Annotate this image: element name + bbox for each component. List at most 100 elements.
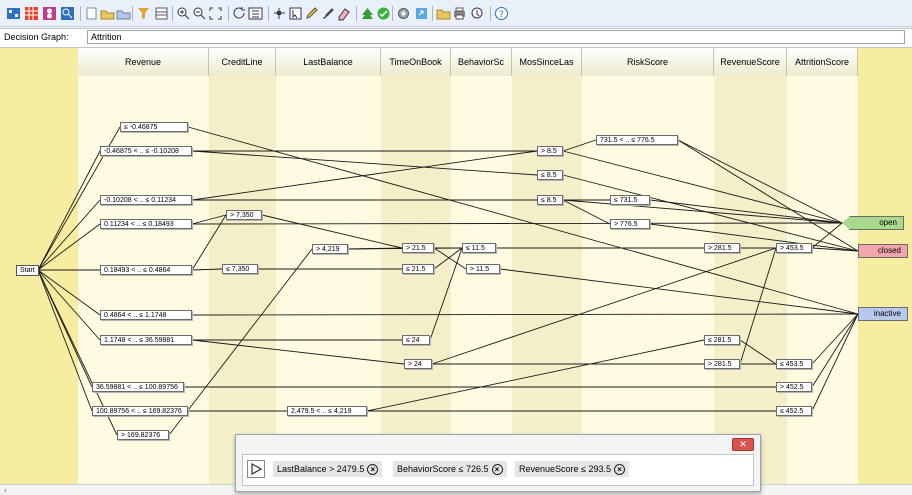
export-icon[interactable] xyxy=(414,6,429,21)
split-node-risk[interactable]: > 776.5 xyxy=(610,219,650,229)
split-node-rev[interactable]: -0.46875 < .. ≤ -0.10208 xyxy=(100,146,192,156)
condition-chip[interactable]: BehaviorScore ≤ 726.5 × xyxy=(393,461,507,477)
graph-edge xyxy=(677,139,859,252)
split-node-rev[interactable]: > 169.82376 xyxy=(117,430,169,440)
split-node-attr[interactable]: ≤ 453.5 xyxy=(776,359,812,369)
graph-edge xyxy=(191,339,405,365)
graph-edge xyxy=(649,199,843,224)
split-node-mos[interactable]: > 8.5 xyxy=(537,146,563,156)
graph-edge xyxy=(499,268,859,315)
refresh-icon[interactable] xyxy=(232,6,247,21)
split-node-rev[interactable]: 1.1748 < .. ≤ 36.59881 xyxy=(100,335,192,345)
print-icon[interactable] xyxy=(452,6,467,21)
sort-icon[interactable] xyxy=(248,6,263,21)
zoom-out-icon[interactable] xyxy=(192,6,207,21)
split-node-beh[interactable]: ≤ 11.5 xyxy=(462,243,496,253)
split-node-rev[interactable]: -0.10208 < .. ≤ 0.11234 xyxy=(100,195,192,205)
graph-edge xyxy=(37,269,93,412)
split-node-credit[interactable]: > 7,350 xyxy=(226,210,262,220)
split-node-rev[interactable]: ≤ -0.46875 xyxy=(120,122,188,132)
split-node-mos[interactable]: ≤ 8.5 xyxy=(537,170,563,180)
open-icon[interactable] xyxy=(100,6,115,21)
toolbar-separator xyxy=(268,6,269,21)
split-node-revscore[interactable]: > 281.5 xyxy=(704,359,740,369)
pencil-icon[interactable] xyxy=(304,6,319,21)
split-node-last[interactable]: > 4,219 xyxy=(312,244,348,254)
outcome-closed-node[interactable]: closed xyxy=(858,244,908,258)
grid-icon[interactable] xyxy=(24,6,39,21)
split-node-tob[interactable]: > 24 xyxy=(404,359,432,369)
split-node-attr[interactable]: ≤ 452.5 xyxy=(776,406,812,416)
split-node-attr[interactable]: > 453.5 xyxy=(776,243,812,253)
split-node-beh[interactable]: > 11.5 xyxy=(466,264,500,274)
toolbar: ? xyxy=(0,0,912,27)
stack-icon[interactable] xyxy=(42,6,57,21)
graph-edge xyxy=(191,222,843,225)
graph-edge xyxy=(187,126,859,315)
split-node-risk[interactable]: ≤ 731.5 xyxy=(610,195,650,205)
new-icon[interactable] xyxy=(84,6,99,21)
decision-graph-canvas[interactable]: Revenue CreditLine LastBalance TimeOnBook Be… xyxy=(0,48,912,484)
split-node-credit[interactable]: ≤ 7,350 xyxy=(222,264,258,274)
split-node-revscore[interactable]: > 281.5 xyxy=(704,243,740,253)
split-node-mos[interactable]: ≤ 8.5 xyxy=(537,195,563,205)
tree-icon[interactable] xyxy=(360,6,375,21)
help-icon[interactable]: ? xyxy=(494,6,509,21)
split-node-last[interactable]: 2,479.5 < .. ≤ 4,219 xyxy=(287,406,367,416)
toolbar-separator xyxy=(132,6,133,21)
brush-icon[interactable] xyxy=(320,6,335,21)
split-node-tob[interactable]: ≤ 24 xyxy=(402,335,430,345)
graph-edge xyxy=(37,223,101,271)
condition-text: LastBalance > 2479.5 xyxy=(277,464,365,474)
graph-edge xyxy=(429,247,463,341)
condition-text: BehaviorScore ≤ 726.5 xyxy=(397,464,489,474)
gear-icon[interactable] xyxy=(396,6,411,21)
condition-chip[interactable]: LastBalance > 2479.5 × xyxy=(273,461,383,477)
graph-name-field[interactable]: Attrition xyxy=(87,30,905,44)
split-node-risk[interactable]: 731.5 < .. ≤ 776.5 xyxy=(596,135,678,145)
remove-condition-icon[interactable]: × xyxy=(491,464,503,476)
save-icon[interactable] xyxy=(116,6,131,21)
magnify-icon[interactable] xyxy=(60,6,75,21)
folder-icon[interactable] xyxy=(436,6,451,21)
graph-edge xyxy=(37,269,101,316)
split-node-rev[interactable]: 0.4864 < .. ≤ 1.1748 xyxy=(100,310,192,320)
split-node-tob[interactable]: > 21.5 xyxy=(402,243,434,253)
fit-icon[interactable] xyxy=(208,6,223,21)
flowchart-icon[interactable] xyxy=(6,6,21,21)
select-icon[interactable] xyxy=(288,6,303,21)
outcome-open-node[interactable]: open xyxy=(842,216,904,230)
graph-edge xyxy=(811,313,859,412)
outcome-inactive-node[interactable]: inactive xyxy=(858,307,908,321)
split-node-tob[interactable]: ≤ 21.5 xyxy=(402,264,434,274)
popup-close-button[interactable]: ✕ xyxy=(732,438,754,451)
title-bar: Decision Graph: Attrition xyxy=(0,28,912,48)
split-node-attr[interactable]: > 452.5 xyxy=(776,382,812,392)
condition-bar: LastBalance > 2479.5 × BehaviorScore ≤ 72… xyxy=(242,454,754,486)
query-icon[interactable] xyxy=(470,6,485,21)
split-node-rev[interactable]: 0.11234 < .. ≤ 0.18493 xyxy=(100,219,192,229)
table-icon[interactable] xyxy=(154,6,169,21)
split-node-rev[interactable]: 36.59881 < .. ≤ 100.89756 xyxy=(92,382,184,392)
graph-edge xyxy=(649,223,859,252)
remove-condition-icon[interactable]: × xyxy=(367,464,379,476)
check-icon[interactable] xyxy=(376,6,391,21)
start-node[interactable]: Start xyxy=(16,265,39,276)
split-node-rev[interactable]: 100.89756 < .. ≤ 169.82376 xyxy=(92,406,188,416)
zoom-in-icon[interactable] xyxy=(176,6,191,21)
eraser-icon[interactable] xyxy=(336,6,351,21)
toolbar-separator xyxy=(490,6,491,21)
toolbar-separator xyxy=(80,6,81,21)
split-node-revscore[interactable]: ≤ 281.5 xyxy=(704,335,740,345)
remove-condition-icon[interactable]: × xyxy=(614,464,625,476)
graph-edge xyxy=(562,139,597,152)
graph-edge xyxy=(366,339,705,412)
graph-edge xyxy=(562,199,843,224)
play-icon[interactable] xyxy=(247,460,265,478)
split-node-rev[interactable]: 0.18493 < .. ≤ 0.4864 xyxy=(100,265,192,275)
pan-icon[interactable] xyxy=(272,6,287,21)
filter-icon[interactable] xyxy=(136,6,151,21)
condition-chip[interactable]: RevenueScore ≤ 293.5 × xyxy=(515,461,629,477)
graph-edge xyxy=(562,174,859,252)
graph-edge xyxy=(739,339,777,365)
